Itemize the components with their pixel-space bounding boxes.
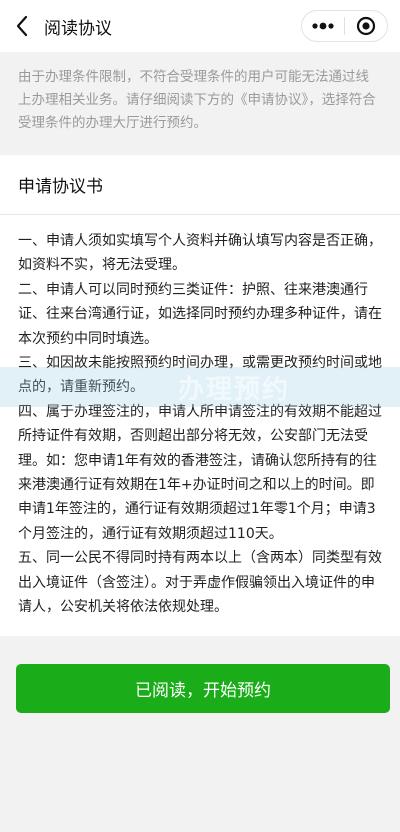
nav-bar: 阅读协议 bbox=[0, 0, 400, 52]
close-button[interactable] bbox=[345, 11, 387, 41]
footer: 已阅读，开始预约 bbox=[0, 635, 400, 713]
agreement-item: 二、申请人可以同时预约三类证件：护照、往来港澳通行证、往来台湾通行证，如选择同时… bbox=[18, 281, 382, 347]
mini-program-capsule bbox=[301, 10, 388, 42]
record-circle-icon bbox=[356, 16, 376, 36]
more-button[interactable] bbox=[302, 11, 344, 41]
agreement-item: 四、属于办理签注的，申请人所申请签注的有效期不能超过所持证件有效期，否则超出部分… bbox=[18, 403, 382, 542]
agreement-card: 申请协议书 一、申请人须如实填写个人资料并确认填写内容是否正确，如资料不实，将无… bbox=[0, 155, 400, 636]
agreement-item: 一、申请人须如实填写个人资料并确认填写内容是否正确，如资料不实，将无法受理。 bbox=[18, 233, 382, 274]
notice-text: 由于办理条件限制，不符合受理条件的用户可能无法通过线上办理相关业务。请仔细阅读下… bbox=[0, 52, 400, 155]
start-appointment-button[interactable]: 已阅读，开始预约 bbox=[16, 663, 390, 713]
page-title: 阅读协议 bbox=[44, 18, 112, 39]
agreement-title: 申请协议书 bbox=[0, 155, 400, 215]
agreement-item: 五、同一公民不得同时持有两本以上（含两本）同类型有效出入境证件（含签注）。对于弄… bbox=[18, 550, 382, 616]
back-button[interactable] bbox=[2, 0, 42, 52]
chevron-left-icon bbox=[16, 15, 28, 37]
agreement-item: 三、如因故未能按照预约时间办理，或需更改预约时间或地点的，请重新预约。 bbox=[18, 355, 382, 396]
more-dots-icon bbox=[312, 22, 334, 30]
agreement-body: 一、申请人须如实填写个人资料并确认填写内容是否正确，如资料不实，将无法受理。 二… bbox=[0, 215, 400, 636]
